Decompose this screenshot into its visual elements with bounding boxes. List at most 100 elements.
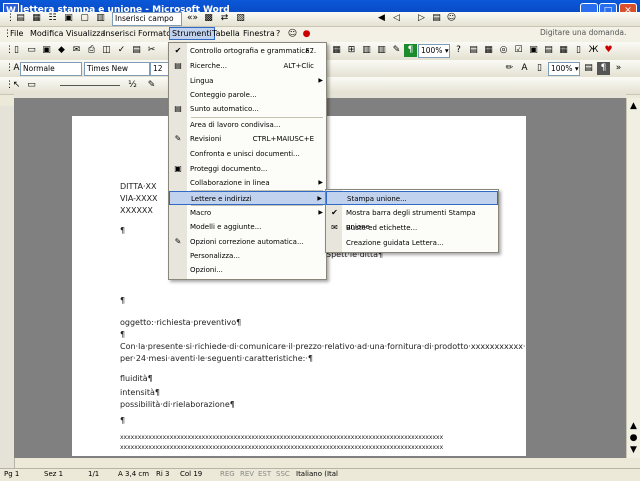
menu-item-correzione[interactable]: ✎ Opzioni correzione automatica... [169, 235, 326, 249]
menu-item-personalizza[interactable]: Personalizza... [169, 249, 326, 263]
menu-inserisci[interactable]: Inserisci [103, 29, 136, 38]
web-icon[interactable]: ◎ [497, 44, 510, 57]
submenu-item-mostra-barra[interactable]: ✔ Mostra barra degli strumenti Stampa uni… [326, 206, 498, 231]
menu-item-sunto[interactable]: ▤ Sunto automatico... [169, 102, 326, 116]
menu-file[interactable]: File [10, 29, 23, 38]
font-color-icon[interactable]: A [518, 62, 531, 75]
view-merged-data-icon[interactable]: «» [186, 12, 199, 25]
table-draw-icon[interactable]: ▦ [557, 44, 570, 57]
menu-item-spelling[interactable]: ✔ Controllo ortografia e grammatica... F7 [169, 44, 326, 58]
status-ext[interactable]: EST [258, 470, 271, 478]
menu-item-confronta[interactable]: Confronta e unisci documenti... [169, 147, 326, 161]
page-icon[interactable]: ▯ [533, 62, 546, 75]
heart-icon[interactable]: ♥ [602, 44, 615, 57]
select-objects-icon[interactable]: ↖ [10, 79, 23, 92]
vertical-scrollbar[interactable]: ▲ ▲ ● ▼ [626, 98, 640, 458]
open-icon[interactable]: ▭ [25, 44, 38, 57]
menu-item-opzioni[interactable]: Opzioni... [169, 263, 326, 277]
submenu-item-stampa-unione[interactable]: Stampa unione... [326, 191, 498, 205]
menu-item-revisioni[interactable]: ✎ Revisioni CTRL+MAIUSC+E [169, 132, 326, 146]
menu-item-macro[interactable]: Macro ▶ [169, 206, 326, 220]
picture-icon[interactable]: ▣ [527, 44, 540, 57]
bookmark-icon[interactable]: ▤ [542, 44, 555, 57]
menu-item-conteggio[interactable]: Conteggio parole... [169, 88, 326, 102]
menu-item-modelli[interactable]: Modelli e aggiunte... [169, 220, 326, 234]
menu-help[interactable]: ? [276, 29, 280, 38]
zoom-select-2[interactable]: 100% ▾ [548, 62, 580, 76]
show-hide-icon-2[interactable]: ¶ [597, 62, 610, 75]
recipients-icon[interactable]: ☷ [46, 12, 59, 25]
font-select[interactable]: Times New Roman [84, 62, 150, 85]
show-hide-icon[interactable]: ¶ [404, 44, 417, 57]
font-size-select[interactable]: 12 [150, 62, 170, 76]
table-icon[interactable]: ▦ [330, 44, 343, 57]
columns-icon[interactable]: ▥ [375, 44, 388, 57]
forms-icon[interactable]: ☑ [512, 44, 525, 57]
line-style-sample[interactable] [60, 85, 120, 86]
merge-to-document-icon[interactable]: ▤ [430, 12, 443, 25]
menu-visualizza[interactable]: Visualizza [66, 29, 105, 38]
previous-record-icon[interactable]: ◁ [390, 12, 403, 25]
smiley-icon[interactable]: ☺ [286, 28, 299, 41]
menu-item-lettere-indirizzi[interactable]: Lettere e indirizzi ▶ [169, 191, 326, 205]
status-ssc[interactable]: SSC [276, 470, 290, 478]
highlight-icon[interactable]: ✏ [503, 62, 516, 75]
print-preview-icon[interactable]: ◫ [100, 44, 113, 57]
highlight-fields-icon[interactable]: ▩ [202, 12, 215, 25]
insert-address-icon[interactable]: ▣ [62, 12, 75, 25]
submenu-item-creazione-guidata[interactable]: Creazione guidata Lettera... [326, 236, 498, 250]
insert-greeting-icon[interactable]: ▢ [78, 12, 91, 25]
propagate-labels-icon[interactable]: ▧ [234, 12, 247, 25]
doc-pilcrow: ¶ [120, 226, 126, 235]
rectangle-icon[interactable]: ▭ [25, 79, 38, 92]
document-map-icon[interactable]: ▯ [572, 44, 585, 57]
next-record-icon[interactable]: ▷ [415, 12, 428, 25]
menu-formato[interactable]: Formato [138, 29, 171, 38]
permission-icon[interactable]: ◆ [55, 44, 68, 57]
vertical-ruler[interactable] [0, 106, 15, 468]
read-icon[interactable]: ▤ [467, 44, 480, 57]
pen-color-icon[interactable]: ✎ [145, 79, 158, 92]
help-question-box[interactable]: Digitare una domanda. [540, 28, 632, 41]
status-rec[interactable]: REG [220, 470, 235, 478]
style-select[interactable]: Normale [20, 62, 82, 76]
open-data-source-icon[interactable]: ▦ [30, 12, 43, 25]
menu-modifica[interactable]: Modifica [30, 29, 63, 38]
next-page-icon[interactable]: ▼ [627, 444, 640, 457]
spelling-icon[interactable]: ✓ [115, 44, 128, 57]
unknown-tool-icon[interactable]: Ж [587, 44, 600, 57]
email-icon[interactable]: ✉ [70, 44, 83, 57]
menu-item-collaborazione[interactable]: Collaborazione in linea ▶ [169, 176, 326, 190]
reading-icon[interactable]: ▤ [582, 62, 595, 75]
research-icon[interactable]: ▤ [130, 44, 143, 57]
insert-table-icon[interactable]: ⊞ [345, 44, 358, 57]
status-rev[interactable]: REV [240, 470, 254, 478]
menu-tabella[interactable]: Tabella [212, 29, 240, 38]
submenu-item-buste[interactable]: ✉ Buste ed etichette... [326, 221, 498, 235]
menu-item-lingua[interactable]: Lingua ▶ [169, 74, 326, 88]
menu-item-area-condivisa[interactable]: Area di lavoro condivisa... [169, 118, 326, 132]
new-document-icon[interactable]: ▯ [10, 44, 23, 57]
main-document-setup-icon[interactable]: ▤ [14, 12, 27, 25]
scroll-up-icon[interactable]: ▲ [627, 100, 640, 113]
excel-icon[interactable]: ▥ [360, 44, 373, 57]
print-icon[interactable]: ⎙ [85, 44, 98, 57]
line-weight-icon[interactable]: ½ [126, 79, 139, 92]
insert-fields-icon[interactable]: ▥ [94, 12, 107, 25]
zoom-select[interactable]: 100% ▾ [418, 44, 450, 58]
more-icon[interactable]: » [612, 62, 625, 75]
help-icon[interactable]: ? [452, 44, 465, 57]
layout-icon[interactable]: ▦ [482, 44, 495, 57]
drawing-icon[interactable]: ✎ [390, 44, 403, 57]
record-icon[interactable]: ● [300, 28, 313, 41]
first-record-icon[interactable]: ◀ [375, 12, 388, 25]
match-fields-icon[interactable]: ⇄ [218, 12, 231, 25]
insert-word-field-select[interactable]: Inserisci campo Word ▾ [112, 12, 182, 35]
menu-item-proteggi[interactable]: ▣ Proteggi documento... [169, 162, 326, 176]
menu-item-ricerche[interactable]: ▤ Ricerche... ALT+Clic [169, 59, 326, 73]
cut-icon[interactable]: ✂ [145, 44, 158, 57]
smiley-icon[interactable]: ☺ [445, 12, 458, 25]
save-icon[interactable]: ▣ [40, 44, 53, 57]
menu-strumenti[interactable]: Strumenti [169, 27, 215, 40]
menu-finestra[interactable]: Finestra [243, 29, 275, 38]
